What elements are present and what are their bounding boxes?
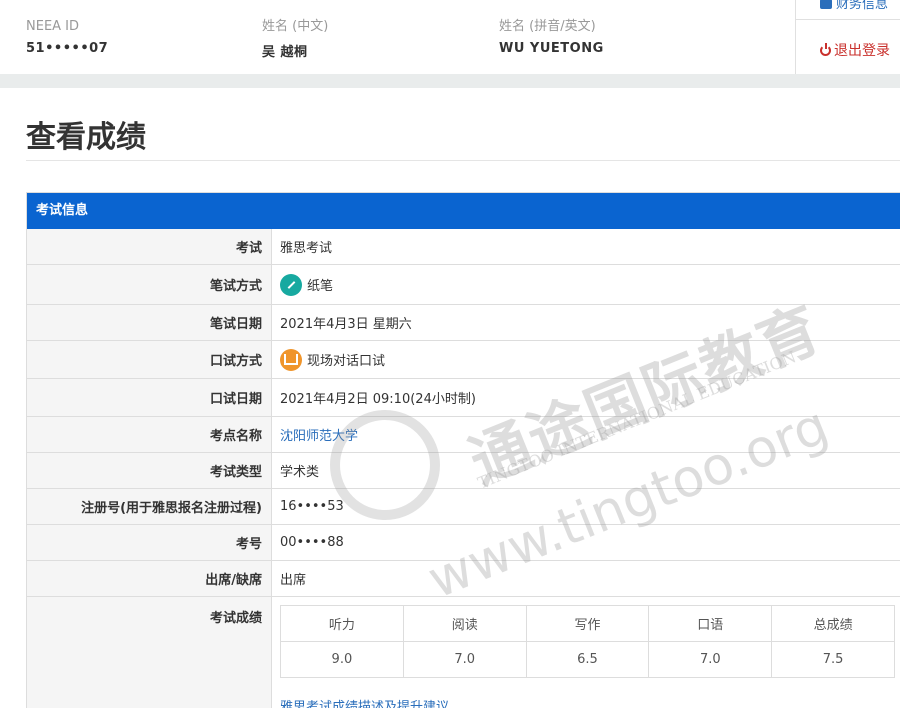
row-value: 2021年4月2日 09:10(24小时制)	[280, 392, 476, 407]
name-cn-value: 吴 越桐	[262, 45, 308, 60]
logout-label: 退出登录	[834, 43, 890, 59]
title-divider	[26, 160, 900, 161]
logout-link[interactable]: 退出登录	[820, 40, 890, 60]
row-label: 考试成绩	[27, 597, 272, 708]
row-label: 考号	[27, 525, 272, 560]
row-value: 雅思考试	[280, 241, 333, 256]
exam-info-panel: 考试信息 考试 雅思考试 笔试方式 纸笔 笔试日期 2021年4月3日 星期六 …	[26, 192, 900, 708]
row-value: 出席	[280, 573, 307, 588]
finance-link[interactable]: 财务信息	[796, 0, 900, 20]
name-en-value: WU YUETONG	[499, 41, 604, 56]
row-exam: 考试 雅思考试	[27, 229, 900, 265]
neea-id-field: NEEA ID 51•••••07	[26, 17, 108, 56]
row-scores: 考试成绩 听力 阅读 写作 口语 总成绩 9.0 7.0 6.5 7.0 7.5	[27, 597, 900, 708]
row-value: 纸笔	[307, 279, 334, 294]
name-cn-label: 姓名 (中文)	[262, 19, 329, 34]
scores-cell: 听力 阅读 写作 口语 总成绩 9.0 7.0 6.5 7.0 7.5 雅思考试…	[272, 597, 900, 708]
row-speaking-mode: 口试方式 现场对话口试	[27, 341, 900, 379]
row-label: 考试	[27, 229, 272, 264]
row-value: 16••••53	[280, 499, 344, 514]
row-written-mode: 笔试方式 纸笔	[27, 265, 900, 305]
row-value-wrap: 现场对话口试	[272, 341, 900, 378]
header-divider	[0, 74, 900, 88]
row-value: 2021年4月3日 星期六	[280, 317, 412, 332]
row-value: 学术类	[280, 465, 320, 480]
test-centre-link[interactable]: 沈阳师范大学	[280, 425, 358, 444]
wallet-icon	[820, 0, 832, 9]
pen-icon	[280, 273, 302, 296]
score-header: 总成绩	[771, 605, 895, 642]
row-label: 考试类型	[27, 453, 272, 488]
scores-value-row: 9.0 7.0 6.5 7.0 7.5	[280, 641, 895, 678]
name-en-field: 姓名 (拼音/英文) WU YUETONG	[499, 17, 604, 56]
score-value: 7.0	[402, 641, 527, 678]
page-title: 查看成绩	[26, 120, 146, 155]
score-header: 口语	[648, 605, 773, 642]
panel-heading: 考试信息	[27, 193, 900, 229]
score-header: 写作	[525, 605, 650, 642]
row-label: 口试方式	[27, 341, 272, 378]
scores-table: 听力 阅读 写作 口语 总成绩 9.0 7.0 6.5 7.0 7.5	[280, 605, 895, 678]
finance-label: 财务信息	[836, 0, 889, 12]
score-value: 7.5	[771, 641, 895, 678]
name-en-label: 姓名 (拼音/英文)	[499, 19, 596, 34]
row-label: 考点名称	[27, 417, 272, 452]
score-header: 阅读	[402, 605, 527, 642]
power-icon	[820, 43, 831, 56]
row-value: 00••••88	[280, 535, 344, 550]
row-label: 笔试日期	[27, 305, 272, 340]
score-value: 7.0	[648, 641, 773, 678]
row-value-wrap: 沈阳师范大学	[272, 417, 900, 452]
score-description-link[interactable]: 雅思考试成绩描述及提升建议	[280, 696, 900, 708]
scores-header-row: 听力 阅读 写作 口语 总成绩	[280, 605, 895, 642]
row-exam-type: 考试类型 学术类	[27, 453, 900, 489]
row-label: 注册号(用于雅思报名注册过程)	[27, 489, 272, 524]
row-speaking-date: 口试日期 2021年4月2日 09:10(24小时制)	[27, 379, 900, 417]
user-header: NEEA ID 51•••••07 姓名 (中文) 吴 越桐 姓名 (拼音/英文…	[0, 0, 900, 74]
row-registration-no: 注册号(用于雅思报名注册过程) 16••••53	[27, 489, 900, 525]
row-value: 现场对话口试	[307, 354, 386, 369]
row-value-wrap: 纸笔	[272, 265, 900, 304]
neea-id-value: 51•••••07	[26, 41, 109, 56]
meeting-icon	[280, 348, 302, 371]
row-attendance: 出席/缺席 出席	[27, 561, 900, 597]
row-test-centre: 考点名称 沈阳师范大学	[27, 417, 900, 453]
score-header: 听力	[280, 605, 404, 642]
name-cn-field: 姓名 (中文) 吴 越桐	[262, 17, 328, 60]
account-nav: 财务信息 退出登录	[795, 0, 900, 74]
row-label: 口试日期	[27, 379, 272, 416]
score-value: 9.0	[280, 641, 404, 678]
row-candidate-no: 考号 00••••88	[27, 525, 900, 561]
score-value: 6.5	[525, 641, 650, 678]
neea-id-label: NEEA ID	[26, 19, 80, 34]
row-label: 出席/缺席	[27, 561, 272, 596]
row-label: 笔试方式	[27, 265, 272, 304]
row-written-date: 笔试日期 2021年4月3日 星期六	[27, 305, 900, 341]
